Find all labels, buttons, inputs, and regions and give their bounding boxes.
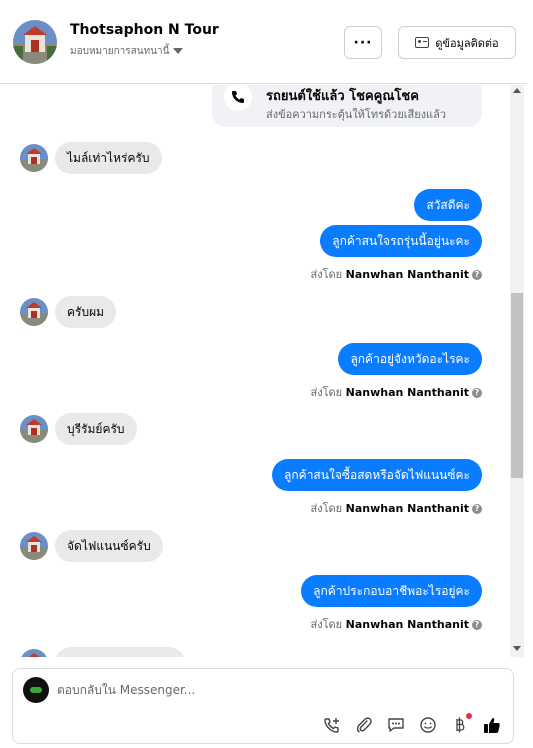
help-icon[interactable]: ? [472,620,482,630]
outgoing-message-bubble[interactable]: ลูกค้าสนใจรถรุ่นนี้อยู่นะคะ [320,225,482,257]
page-avatar [23,677,49,703]
more-options-button[interactable]: ··· [344,26,382,59]
emoji-icon[interactable] [419,716,437,734]
sent-by-prefix: ส่งโดย [310,386,343,399]
sent-by-prefix: ส่งโดย [310,618,343,631]
composer-toolbar [323,713,501,737]
help-icon[interactable]: ? [472,388,482,398]
assign-label: มอบหมายการสนทนานี้ [70,46,170,57]
sent-by-caption: ส่งโดย Nanwhan Nanthanit? [311,499,482,517]
sent-by-name: Nanwhan Nanthanit [345,502,469,515]
contact-avatar[interactable] [13,20,57,64]
incoming-message-bubble[interactable]: บุรีรัมย์ครับ [55,413,137,445]
outgoing-message-bubble[interactable]: ลูกค้าประกอบอาชีพอะไรอยู่คะ [301,575,482,607]
messenger-conversation: Thotsaphon N Tour มอบหมายการสนทนานี้ ···… [0,0,533,748]
sent-by-caption: ส่งโดย Nanwhan Nanthanit? [311,383,482,401]
sent-by-prefix: ส่งโดย [310,268,343,281]
outgoing-message-bubble[interactable]: ลูกค้าอยู่จังหวัดอะไรคะ [338,343,482,375]
sender-avatar [20,298,48,326]
sent-by-name: Nanwhan Nanthanit [345,618,469,631]
reply-input[interactable] [57,679,497,701]
caret-down-icon [173,48,184,54]
sent-by-caption: ส่งโดย Nanwhan Nanthanit? [311,265,482,283]
incoming-message-bubble[interactable]: จัดไฟแนนซ์ครับ [55,530,163,562]
phone-plus-icon[interactable] [323,716,341,734]
notification-dot [466,713,472,719]
sender-avatar [20,649,48,657]
contact-card-icon [415,37,430,48]
scroll-up-arrow-icon[interactable] [513,88,521,93]
phone-icon [224,85,252,111]
baht-icon[interactable] [451,713,472,734]
assign-conversation-dropdown[interactable]: มอบหมายการสนทนานี้ [70,44,184,59]
help-icon[interactable]: ? [472,504,482,514]
message-list: รถยนต์ใช้แล้ว โชคคูณโชค ส่งข้อความกระตุ้… [0,85,510,657]
sender-avatar [20,415,48,443]
scroll-down-arrow-icon[interactable] [513,646,521,651]
like-icon[interactable] [483,716,501,734]
incoming-message-bubble[interactable] [55,647,185,657]
contact-name[interactable]: Thotsaphon N Tour [70,22,219,38]
outgoing-message-bubble[interactable]: ลูกค้าสนใจซื้อสดหรือจัดไฟแนนซ์คะ [272,459,482,491]
sent-by-name: Nanwhan Nanthanit [345,386,469,399]
call-card-title: รถยนต์ใช้แล้ว โชคคูณโชค [266,89,419,104]
saved-reply-icon[interactable] [387,716,405,734]
help-icon[interactable]: ? [472,270,482,280]
scrollbar-thumb[interactable] [511,293,523,478]
sent-by-caption: ส่งโดย Nanwhan Nanthanit? [311,615,482,633]
incoming-message-bubble[interactable]: ไมล์เท่าไหร่ครับ [55,142,162,174]
sender-avatar [20,144,48,172]
conversation-header: Thotsaphon N Tour มอบหมายการสนทนานี้ ···… [0,0,526,84]
incoming-message-bubble[interactable]: ครับผม [55,296,117,328]
paperclip-icon[interactable] [355,716,373,734]
call-card-subtitle: ส่งข้อความกระตุ้นให้โทรด้วยเสียงแล้ว [266,108,447,121]
view-contact-info-button[interactable]: ดูข้อมูลติดต่อ [398,26,516,59]
reply-composer [12,668,514,744]
sent-by-name: Nanwhan Nanthanit [345,268,469,281]
sender-avatar [20,532,48,560]
contact-info-label: ดูข้อมูลติดต่อ [435,36,499,50]
outgoing-message-bubble[interactable]: สวัสดีค่ะ [414,189,482,221]
voice-call-prompt-card: รถยนต์ใช้แล้ว โชคคูณโชค ส่งข้อความกระตุ้… [212,85,482,127]
sent-by-prefix: ส่งโดย [310,502,343,515]
